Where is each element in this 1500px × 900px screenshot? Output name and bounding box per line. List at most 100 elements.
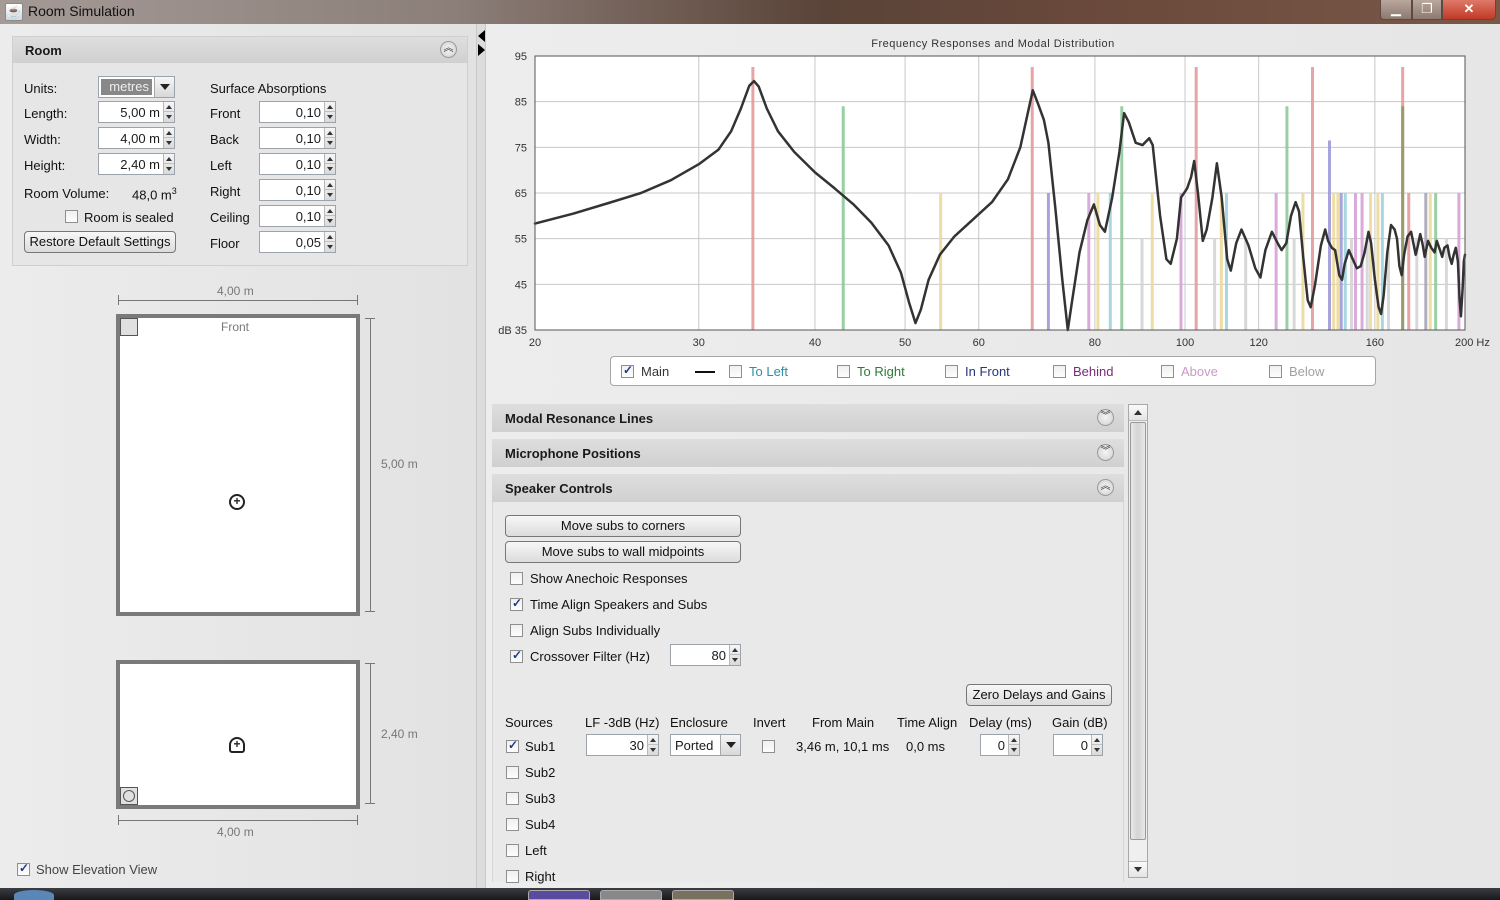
source-checkbox[interactable] bbox=[506, 818, 519, 831]
absorption-spinner-right[interactable]: 0,10 bbox=[259, 179, 336, 201]
source-checkbox[interactable] bbox=[506, 792, 519, 805]
source-checkbox[interactable] bbox=[506, 766, 519, 779]
accordion-microphone-positions[interactable]: Microphone Positions ︾ bbox=[492, 439, 1124, 467]
absorption-value: 0,10 bbox=[295, 131, 321, 146]
volume-value: 48,0 m3 bbox=[132, 186, 177, 202]
chevron-down-icon[interactable] bbox=[720, 735, 740, 755]
absorption-spinner-ceiling[interactable]: 0,10 bbox=[259, 205, 336, 227]
vertical-scrollbar[interactable] bbox=[1128, 404, 1148, 878]
absorption-label-floor: Floor bbox=[210, 236, 240, 251]
java-cup-icon: ☕ bbox=[5, 3, 23, 21]
frequency-response-chart[interactable]: dB 35 45 55 65 75 85 95 20 30 40 50 60 80 100 120 160 20… bbox=[486, 24, 1500, 354]
plan-view-canvas[interactable]: Front + bbox=[116, 314, 360, 616]
source-checkbox[interactable] bbox=[506, 870, 519, 883]
length-spinner[interactable]: 5,00 m bbox=[98, 101, 175, 123]
subwoofer-icon[interactable] bbox=[120, 787, 138, 805]
legend-checkbox[interactable] bbox=[1053, 365, 1066, 378]
main-series-swatch bbox=[695, 371, 715, 373]
invert-checkbox[interactable] bbox=[762, 740, 775, 753]
source-checkbox[interactable] bbox=[506, 738, 519, 753]
zero-delays-gains-button[interactable]: Zero Delays and Gains bbox=[966, 684, 1112, 706]
option-checkbox-0[interactable] bbox=[510, 572, 523, 585]
spinner-arrows-icon[interactable] bbox=[1008, 735, 1019, 755]
expand-down-icon[interactable]: ︾ bbox=[1097, 409, 1114, 426]
height-spinner[interactable]: 2,40 m bbox=[98, 153, 175, 175]
move-subs-corners-button[interactable]: Move subs to corners bbox=[505, 515, 741, 537]
option-checkbox-3[interactable] bbox=[510, 648, 523, 663]
scroll-up-icon[interactable] bbox=[1129, 405, 1147, 421]
speaker-icon[interactable] bbox=[120, 318, 138, 336]
spinner-arrows-icon[interactable] bbox=[163, 154, 174, 174]
crossover-spinner[interactable]: 80 bbox=[670, 644, 741, 666]
close-button[interactable]: ✕ bbox=[1442, 0, 1496, 20]
legend-checkbox[interactable] bbox=[1161, 365, 1174, 378]
scroll-down-icon[interactable] bbox=[1129, 861, 1147, 877]
taskbar-app[interactable] bbox=[528, 890, 590, 900]
x-tick-label: 200 Hz bbox=[1455, 337, 1490, 349]
legend-checkbox[interactable] bbox=[837, 365, 850, 378]
source-name: Right bbox=[525, 869, 556, 884]
x-tick-label: 80 bbox=[1089, 337, 1101, 349]
taskbar-app[interactable] bbox=[600, 890, 662, 900]
microphone-icon[interactable]: + bbox=[229, 494, 245, 510]
pane-splitter[interactable] bbox=[476, 24, 486, 888]
room-panel-header[interactable]: Room ︽ bbox=[13, 37, 467, 63]
spinner-arrows-icon[interactable] bbox=[324, 180, 335, 200]
absorption-spinner-floor[interactable]: 0,05 bbox=[259, 231, 336, 253]
gain-spinner[interactable]: 0 bbox=[1053, 734, 1103, 756]
start-button[interactable] bbox=[14, 890, 54, 900]
enclosure-select[interactable]: Ported bbox=[670, 734, 741, 756]
legend-checkbox[interactable] bbox=[621, 363, 634, 378]
restore-defaults-button[interactable]: Restore Default Settings bbox=[24, 231, 176, 253]
absorption-spinner-back[interactable]: 0,10 bbox=[259, 127, 336, 149]
source-checkbox[interactable] bbox=[506, 844, 519, 857]
taskbar-app[interactable] bbox=[672, 890, 734, 900]
collapse-up-icon[interactable]: ︽ bbox=[1097, 479, 1114, 496]
plan-length-label: 5,00 m bbox=[381, 457, 418, 471]
spinner-arrows-icon[interactable] bbox=[324, 232, 335, 252]
delay-spinner[interactable]: 0 bbox=[980, 734, 1020, 756]
spinner-arrows-icon[interactable] bbox=[647, 735, 658, 755]
maximize-button[interactable]: ❐ bbox=[1412, 0, 1442, 20]
chevron-down-icon[interactable] bbox=[154, 77, 174, 97]
spinner-arrows-icon[interactable] bbox=[324, 128, 335, 148]
legend-checkbox[interactable] bbox=[729, 365, 742, 378]
left-pane: Room ︽ Units: metres Length: 5,00 m Widt… bbox=[0, 24, 476, 888]
expand-down-icon[interactable]: ︾ bbox=[1097, 444, 1114, 461]
collapse-up-icon[interactable]: ︽ bbox=[440, 41, 457, 58]
show-elevation-checkbox[interactable] bbox=[17, 861, 30, 876]
option-checkbox-1[interactable] bbox=[510, 596, 523, 611]
option-checkbox-2[interactable] bbox=[510, 624, 523, 637]
length-value: 5,00 m bbox=[120, 105, 160, 120]
spinner-arrows-icon[interactable] bbox=[729, 645, 740, 665]
spinner-arrows-icon[interactable] bbox=[324, 154, 335, 174]
lf3db-spinner[interactable]: 30 bbox=[586, 734, 659, 756]
room-sealed-checkbox[interactable] bbox=[65, 210, 78, 223]
spinner-arrows-icon[interactable] bbox=[163, 128, 174, 148]
accordion-speaker-controls[interactable]: Speaker Controls ︽ bbox=[492, 474, 1124, 502]
elevation-view-canvas[interactable]: + bbox=[116, 660, 360, 809]
collapse-left-icon[interactable] bbox=[478, 30, 485, 42]
y-tick-label: 65 bbox=[515, 188, 527, 200]
legend-checkbox[interactable] bbox=[1269, 365, 1282, 378]
legend-label: To Left bbox=[749, 364, 789, 379]
collapse-right-icon[interactable] bbox=[478, 44, 485, 56]
spinner-arrows-icon[interactable] bbox=[324, 206, 335, 226]
accordion-modal-resonance-lines[interactable]: Modal Resonance Lines ︾ bbox=[492, 404, 1124, 432]
microphone-icon[interactable]: + bbox=[229, 737, 245, 753]
spinner-arrows-icon[interactable] bbox=[163, 102, 174, 122]
spinner-arrows-icon[interactable] bbox=[1091, 735, 1102, 755]
absorption-spinner-left[interactable]: 0,10 bbox=[259, 153, 336, 175]
x-tick-label: 120 bbox=[1250, 337, 1268, 349]
absorption-spinner-front[interactable]: 0,10 bbox=[259, 101, 336, 123]
y-tick-label: 55 bbox=[515, 234, 527, 246]
dimension-tick bbox=[357, 295, 358, 305]
minimize-button[interactable]: ▁ bbox=[1380, 0, 1412, 20]
move-subs-midpoints-button[interactable]: Move subs to wall midpoints bbox=[505, 541, 741, 563]
units-select[interactable]: metres bbox=[98, 76, 175, 98]
width-spinner[interactable]: 4,00 m bbox=[98, 127, 175, 149]
x-tick-label: 160 bbox=[1366, 337, 1384, 349]
spinner-arrows-icon[interactable] bbox=[324, 102, 335, 122]
legend-checkbox[interactable] bbox=[945, 365, 958, 378]
scrollbar-thumb[interactable] bbox=[1130, 422, 1146, 840]
